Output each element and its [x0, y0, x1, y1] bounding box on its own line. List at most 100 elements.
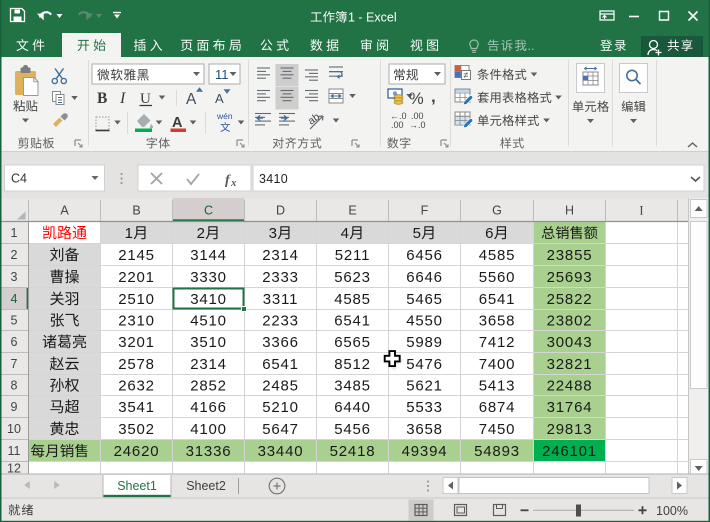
svg-text:25822: 25822 [547, 291, 593, 308]
svg-text:54893: 54893 [474, 443, 520, 460]
svg-text:8512: 8512 [334, 356, 371, 373]
svg-text:3311: 3311 [263, 291, 298, 308]
svg-text:4585: 4585 [479, 247, 516, 264]
svg-text:5533: 5533 [406, 399, 443, 416]
svg-text:B: B [97, 90, 107, 107]
svg-text:A: A [215, 91, 224, 106]
svg-text:6541: 6541 [334, 312, 371, 329]
svg-text:I: I [119, 90, 126, 107]
svg-text:6565: 6565 [334, 334, 371, 351]
svg-text:→.0: →.0 [409, 120, 426, 130]
svg-text:4100: 4100 [190, 421, 227, 438]
svg-text:A: A [186, 91, 197, 108]
svg-text:4585: 4585 [334, 291, 371, 308]
svg-text:C4: C4 [11, 172, 27, 186]
svg-text:C: C [204, 204, 213, 218]
svg-text:3: 3 [11, 270, 18, 284]
svg-text:%: % [409, 90, 424, 108]
svg-text:5211: 5211 [335, 247, 370, 264]
svg-text:31336: 31336 [186, 443, 232, 460]
svg-text:U: U [140, 91, 151, 107]
svg-text:2: 2 [11, 248, 18, 262]
svg-text:3410: 3410 [190, 291, 227, 308]
svg-text:5413: 5413 [479, 377, 516, 394]
svg-text:6: 6 [485, 225, 493, 242]
svg-text:3502: 3502 [118, 421, 155, 438]
svg-text:7412: 7412 [479, 334, 516, 351]
svg-text:3658: 3658 [406, 421, 443, 438]
svg-text:7450: 7450 [479, 421, 516, 438]
svg-text:3201: 3201 [118, 334, 155, 351]
svg-text:3330: 3330 [190, 269, 227, 286]
svg-text:3: 3 [269, 225, 277, 242]
svg-text:I: I [639, 204, 643, 218]
svg-text:5456: 5456 [334, 421, 371, 438]
svg-text:32821: 32821 [547, 356, 593, 373]
svg-text:31764: 31764 [547, 399, 593, 416]
svg-text:33440: 33440 [258, 443, 304, 460]
svg-text:24620: 24620 [114, 443, 160, 460]
svg-text:11: 11 [215, 67, 229, 82]
svg-text:6541: 6541 [262, 356, 299, 373]
svg-text:...: ... [524, 39, 534, 53]
svg-text:1: 1 [11, 226, 18, 240]
svg-text:11: 11 [8, 444, 21, 458]
svg-text:A: A [60, 204, 69, 218]
svg-text:22488: 22488 [547, 377, 593, 394]
svg-text:2485: 2485 [262, 377, 299, 394]
svg-text:5989: 5989 [406, 334, 443, 351]
svg-text:6440: 6440 [334, 399, 371, 416]
svg-text:2201: 2201 [118, 269, 155, 286]
svg-text:D: D [276, 204, 285, 218]
svg-text:7: 7 [11, 357, 18, 371]
svg-text:≠: ≠ [464, 70, 469, 80]
svg-text:3541: 3541 [118, 399, 155, 416]
svg-text:2333: 2333 [262, 269, 299, 286]
svg-text:2314: 2314 [262, 247, 299, 264]
svg-text:7400: 7400 [479, 356, 516, 373]
svg-text:Sheet1: Sheet1 [117, 479, 157, 493]
svg-text:x: x [230, 177, 237, 189]
svg-text:100%: 100% [656, 504, 688, 518]
svg-text:25693: 25693 [547, 269, 593, 286]
svg-text:5623: 5623 [334, 269, 371, 286]
svg-text:H: H [565, 204, 574, 218]
svg-text:E: E [348, 204, 356, 218]
svg-text:1 - Excel: 1 - Excel [348, 11, 397, 25]
svg-text:6456: 6456 [406, 247, 443, 264]
svg-text:5560: 5560 [479, 269, 516, 286]
svg-text:3366: 3366 [262, 334, 299, 351]
svg-text:.00: .00 [391, 120, 404, 130]
svg-text:Sheet2: Sheet2 [186, 479, 226, 493]
svg-text:2233: 2233 [262, 312, 299, 329]
svg-text:,: , [431, 87, 436, 106]
svg-text:6: 6 [11, 335, 18, 349]
svg-text:wén: wén [216, 111, 233, 121]
svg-text:52418: 52418 [330, 443, 376, 460]
svg-text:5210: 5210 [262, 399, 299, 416]
svg-text:49394: 49394 [402, 443, 448, 460]
svg-text:6646: 6646 [406, 269, 443, 286]
svg-text:12: 12 [7, 461, 21, 475]
svg-text:5465: 5465 [406, 291, 443, 308]
svg-text:2578: 2578 [118, 356, 155, 373]
svg-text:2632: 2632 [118, 377, 155, 394]
svg-text:5647: 5647 [262, 421, 299, 438]
svg-text:3658: 3658 [479, 312, 516, 329]
svg-text:B: B [132, 204, 140, 218]
svg-text:9: 9 [11, 400, 18, 414]
svg-text:5: 5 [11, 314, 18, 328]
svg-text:29813: 29813 [547, 421, 593, 438]
svg-text:8: 8 [11, 379, 18, 393]
svg-text:3144: 3144 [190, 247, 227, 264]
svg-text:2145: 2145 [118, 247, 155, 264]
svg-text:30043: 30043 [547, 334, 593, 351]
svg-text:5476: 5476 [406, 356, 443, 373]
svg-text:2310: 2310 [118, 312, 155, 329]
svg-text:6874: 6874 [479, 399, 516, 416]
svg-text:G: G [492, 204, 502, 218]
svg-text:4: 4 [11, 292, 18, 306]
svg-text:3485: 3485 [334, 377, 371, 394]
svg-text:23855: 23855 [547, 247, 593, 264]
svg-text:2314: 2314 [190, 356, 227, 373]
